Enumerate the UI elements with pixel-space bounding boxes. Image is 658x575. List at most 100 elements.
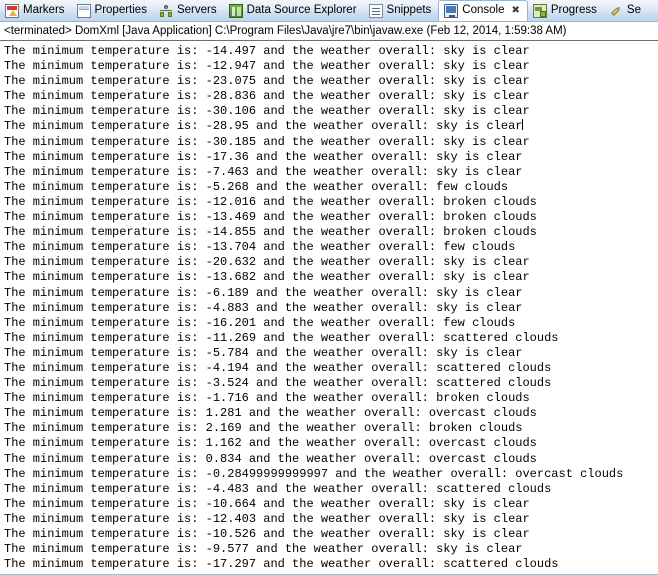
console-line-text: The minimum temperature is: -11.269 and … [4,330,559,345]
tab-properties[interactable]: Properties [72,0,154,21]
tab-markers[interactable]: Markers [0,0,72,21]
console-line-text: The minimum temperature is: -13.682 and … [4,270,530,285]
snippets-icon [368,3,383,18]
console-line-text: The minimum temperature is: -12.403 and … [4,511,530,526]
console-line-text: The minimum temperature is: 2.169 and th… [4,421,523,436]
console-line: The minimum temperature is: -10.664 and … [4,497,658,512]
console-line: The minimum temperature is: -12.947 and … [4,59,658,74]
console-line: The minimum temperature is: -4.483 and t… [4,482,658,497]
console-line-text: The minimum temperature is: -7.463 and t… [4,164,523,179]
console-line-text: The minimum temperature is: -4.194 and t… [4,360,552,375]
console-line: The minimum temperature is: 1.162 and th… [4,436,658,451]
tab-console[interactable]: Console ✖ [438,0,528,21]
console-line: The minimum temperature is: -14.497 and … [4,44,658,59]
console-line-text: The minimum temperature is: -30.106 and … [4,104,530,119]
tab-label: Snippets [386,3,432,16]
tab-label: Se [626,3,641,16]
console-line-text: The minimum temperature is: -12.947 and … [4,59,530,74]
console-line-text: The minimum temperature is: 0.834 and th… [4,451,537,466]
console-line-text: The minimum temperature is: 1.162 and th… [4,436,537,451]
console-line: The minimum temperature is: -13.704 and … [4,240,658,255]
tab-label: Properties [94,3,147,16]
console-line: The minimum temperature is: -1.716 and t… [4,391,658,406]
console-line: The minimum temperature is: 2.169 and th… [4,421,658,436]
console-line: The minimum temperature is: -3.524 and t… [4,376,658,391]
console-line: The minimum temperature is: -12.016 and … [4,195,658,210]
progress-icon [532,3,547,18]
console-line: The minimum temperature is: -5.784 and t… [4,346,658,361]
console-line: The minimum temperature is: -23.075 and … [4,74,658,89]
console-line-text: The minimum temperature is: -17.36 and t… [4,149,523,164]
view-tab-bar: Markers Properties Servers Data Source Expl… [0,0,658,22]
search-icon [606,1,626,21]
console-line: The minimum temperature is: -28.95 and t… [4,119,658,134]
console-line: The minimum temperature is: -10.526 and … [4,527,658,542]
console-line-text: The minimum temperature is: -14.497 and … [4,44,530,58]
console-line: The minimum temperature is: -4.883 and t… [4,301,658,316]
console-line-text: The minimum temperature is: -10.526 and … [4,527,530,541]
console-line-text: The minimum temperature is: 1.281 and th… [4,406,537,421]
tab-label: Progress [550,3,597,16]
console-output-text[interactable]: The minimum temperature is: -14.497 and … [0,41,658,572]
console-line-text: The minimum temperature is: -4.483 and t… [4,481,552,496]
servers-icon [159,4,173,18]
tab-servers[interactable]: Servers [154,0,224,21]
tab-label: Markers [23,3,65,16]
console-line: The minimum temperature is: -30.106 and … [4,104,658,119]
console-line: The minimum temperature is: -30.185 and … [4,135,658,150]
console-line: The minimum temperature is: -20.632 and … [4,255,658,270]
console-line: The minimum temperature is: 0.834 and th… [4,452,658,467]
console-line-text: The minimum temperature is: -20.632 and … [4,255,530,270]
tab-snippets[interactable]: Snippets [364,0,439,21]
console-line-text: The minimum temperature is: -4.883 and t… [4,300,523,315]
tab-data-source-explorer[interactable]: Data Source Explorer [224,0,364,21]
console-line-text: The minimum temperature is: -5.268 and t… [4,179,509,194]
console-line-text: The minimum temperature is: -5.784 and t… [4,345,523,360]
console-line: The minimum temperature is: -12.403 and … [4,512,658,527]
console-line: The minimum temperature is: -7.463 and t… [4,165,658,180]
console-line-text: The minimum temperature is: -3.524 and t… [4,376,552,391]
console-line-text: The minimum temperature is: -13.469 and … [4,210,537,225]
console-line: The minimum temperature is: -17.36 and t… [4,150,658,165]
console-line-text: The minimum temperature is: -13.704 and … [4,240,516,255]
console-line: The minimum temperature is: -9.577 and t… [4,542,658,557]
console-line-text: The minimum temperature is: -28.836 and … [4,89,530,104]
console-line-text: The minimum temperature is: -28.95 and t… [4,119,523,134]
console-process-header: <terminated> DomXml [Java Application] C… [4,25,567,37]
console-line-text: The minimum temperature is: -9.577 and t… [4,542,523,557]
console-line: The minimum temperature is: -6.189 and t… [4,286,658,301]
text-caret [522,119,524,131]
console-line: The minimum temperature is: -16.201 and … [4,316,658,331]
console-panel: <terminated> DomXml [Java Application] C… [0,22,658,575]
console-line: The minimum temperature is: 1.281 and th… [4,406,658,421]
console-line-text: The minimum temperature is: -12.016 and … [4,194,537,209]
console-line-text: The minimum temperature is: -1.716 and t… [4,391,530,406]
close-icon[interactable]: ✖ [512,6,520,16]
console-line: The minimum temperature is: -13.469 and … [4,210,658,225]
tab-label: Servers [176,3,217,16]
tab-progress[interactable]: Progress [528,0,604,21]
console-line: The minimum temperature is: -14.855 and … [4,225,658,240]
markers-icon [5,3,19,18]
console-line-text: The minimum temperature is: -30.185 and … [4,134,530,149]
console-line-text: The minimum temperature is: -14.855 and … [4,225,537,240]
console-line: The minimum temperature is: -5.268 and t… [4,180,658,195]
console-line-text: The minimum temperature is: -6.189 and t… [4,285,523,300]
console-line-text: The minimum temperature is: -17.297 and … [4,557,559,572]
console-line: The minimum temperature is: -4.194 and t… [4,361,658,376]
tab-se[interactable]: Se [604,0,648,21]
tab-label: Console [462,4,505,17]
tab-label: Data Source Explorer [246,3,357,16]
console-line-text: The minimum temperature is: -23.075 and … [4,74,530,89]
console-line: The minimum temperature is: -0.284999999… [4,467,658,482]
console-icon [444,4,459,18]
console-line-text: The minimum temperature is: -0.284999999… [4,466,624,481]
console-line: The minimum temperature is: -17.297 and … [4,557,658,572]
console-line-text: The minimum temperature is: -16.201 and … [4,315,516,330]
console-line-text: The minimum temperature is: -10.664 and … [4,496,530,511]
data-source-explorer-icon [228,3,243,18]
properties-icon [76,3,91,18]
console-line: The minimum temperature is: -13.682 and … [4,270,658,285]
console-line: The minimum temperature is: -11.269 and … [4,331,658,346]
console-line: The minimum temperature is: -28.836 and … [4,89,658,104]
